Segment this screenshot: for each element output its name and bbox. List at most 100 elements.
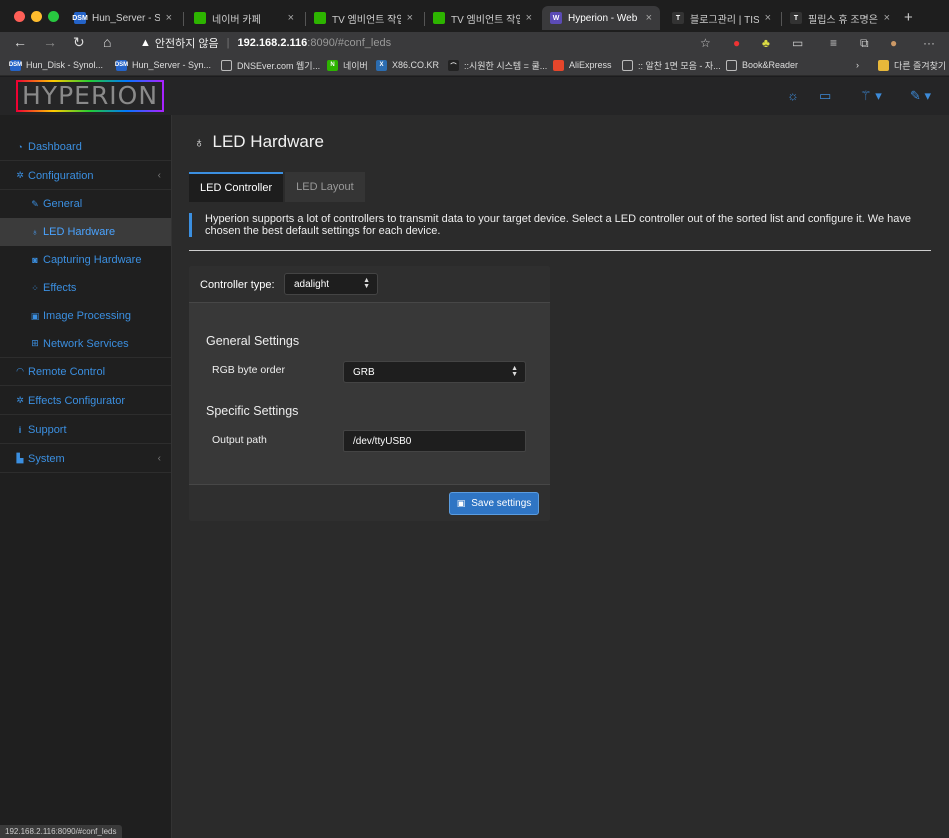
- close-tab-icon[interactable]: ×: [526, 12, 532, 24]
- minimize-window-button[interactable]: [31, 11, 42, 22]
- synology-icon: DSM: [115, 59, 128, 71]
- close-tab-icon[interactable]: ×: [407, 12, 413, 24]
- browser-tab[interactable]: 네이버 카페 ×: [186, 6, 302, 30]
- close-window-button[interactable]: [14, 11, 25, 22]
- extension-icon[interactable]: ▭: [792, 36, 803, 50]
- sidebar-item-capturing-hardware[interactable]: ◙ Capturing Hardware: [0, 246, 171, 274]
- page-icon: [726, 59, 737, 71]
- x86-icon: X: [376, 59, 387, 71]
- spinner-icon: ⁘: [31, 282, 39, 293]
- cogs-icon: ✲: [16, 395, 24, 405]
- sidebar-item-remote-control[interactable]: ◠ Remote Control: [0, 358, 171, 386]
- controller-panel: Controller type: adalight ▲ ▼ General Set…: [189, 266, 550, 521]
- tab-led-layout[interactable]: LED Layout: [285, 172, 365, 202]
- sidebar-item-dashboard[interactable]: ◔ Dashboard: [0, 133, 171, 161]
- collections-icon[interactable]: ⧉: [860, 36, 869, 51]
- browser-tab[interactable]: T 블로그관리 | TISTOR ×: [664, 6, 779, 30]
- more-icon[interactable]: ···: [923, 36, 935, 50]
- magic-wand-icon[interactable]: ⚚ ▾: [860, 88, 882, 104]
- synology-icon: DSM: [9, 59, 22, 71]
- output-path-input[interactable]: /dev/ttyUSB0: [343, 430, 526, 452]
- close-tab-icon[interactable]: ×: [765, 12, 771, 24]
- favorites-icon[interactable]: ≡: [830, 36, 837, 50]
- sitemap-icon: ⊞: [31, 338, 39, 348]
- browser-tab[interactable]: T 필립스 휴 조명은 거리 ×: [782, 6, 898, 30]
- controller-type-label: Controller type:: [200, 279, 275, 291]
- tistory-icon: T: [672, 12, 684, 24]
- wifi-icon: ◠: [16, 366, 24, 376]
- tab-led-controller[interactable]: LED Controller: [189, 172, 284, 202]
- hyperion-logo[interactable]: HYPERION: [16, 80, 165, 112]
- extension-icon[interactable]: ♣: [762, 36, 770, 50]
- sidebar-item-effects-configurator[interactable]: ✲ Effects Configurator: [0, 387, 171, 415]
- dashboard-icon: ◔: [17, 141, 23, 152]
- sidebar-item-effects[interactable]: ⁘ Effects: [0, 274, 171, 302]
- info-callout: Hyperion supports a lot of controllers t…: [189, 213, 931, 237]
- folder-icon: [878, 59, 889, 71]
- warning-icon: ▲: [140, 37, 151, 49]
- extension-icon[interactable]: ●: [733, 36, 740, 50]
- panel-footer: ▣ Save settings: [189, 484, 550, 521]
- bookmarks-overflow-icon[interactable]: ›: [856, 58, 859, 72]
- favorite-star-icon[interactable]: ☆: [700, 36, 711, 50]
- browser-tab[interactable]: DSM Hun_Server - Synol ×: [66, 6, 180, 30]
- monitor-icon[interactable]: ▭: [819, 88, 831, 104]
- sidebar-item-image-processing[interactable]: ▣ Image Processing: [0, 302, 171, 330]
- close-tab-icon[interactable]: ×: [288, 12, 294, 24]
- panel-header: Controller type: adalight ▲ ▼: [189, 266, 550, 303]
- wrench-menu-icon[interactable]: ✎ ▾: [910, 88, 931, 104]
- bookmark-item[interactable]: N 네이버: [327, 58, 368, 72]
- lightbulb-icon: ♁: [194, 134, 205, 150]
- page-icon: [622, 59, 633, 71]
- sidebar-item-network-services[interactable]: ⊞ Network Services: [0, 330, 171, 358]
- close-tab-icon[interactable]: ×: [166, 12, 172, 24]
- bookmarks-bar: DSM Hun_Disk - Synol... DSM Hun_Server - S…: [0, 54, 949, 76]
- sidebar-item-support[interactable]: i Support: [0, 416, 171, 444]
- select-arrows-icon: ▲ ▼: [511, 365, 518, 378]
- bookmark-item[interactable]: DSM Hun_Disk - Synol...: [9, 58, 103, 72]
- other-bookmarks-folder[interactable]: 다른 즐겨찾기: [878, 58, 946, 72]
- divider: [189, 250, 931, 251]
- bookmark-item[interactable]: ⌒::시원한 시스템 = 쿨...: [448, 58, 547, 72]
- avatar[interactable]: ●: [890, 36, 897, 50]
- sidebar-item-configuration[interactable]: ✲ Configuration ‹: [0, 162, 171, 190]
- sidebar-item-general[interactable]: ✎ General: [0, 190, 171, 218]
- home-icon[interactable]: ⌂: [103, 34, 111, 50]
- naver-blog-icon: [314, 12, 326, 24]
- chevron-left-icon: ‹: [157, 453, 161, 464]
- url-host: 192.168.2.116: [237, 37, 308, 49]
- image-icon: ▣: [30, 310, 40, 321]
- sidebar-item-led-hardware[interactable]: ♁ LED Hardware: [0, 218, 171, 246]
- bookmark-item[interactable]: Book&Reader: [726, 58, 798, 72]
- bookmark-item[interactable]: DSM Hun_Server - Syn...: [115, 58, 211, 72]
- address-bar[interactable]: ▲ 안전하지 않음 | 192.168.2.116:8090/#conf_led…: [140, 35, 391, 51]
- brightness-icon[interactable]: ☼: [787, 88, 799, 103]
- bookmark-item[interactable]: AliExpress: [553, 58, 612, 72]
- maximize-window-button[interactable]: [48, 11, 59, 22]
- sidebar-item-system[interactable]: ▙ System ‹: [0, 445, 171, 473]
- bookmark-item[interactable]: X X86.CO.KR: [376, 58, 439, 72]
- new-tab-button[interactable]: +: [904, 9, 913, 26]
- browser-tab[interactable]: TV 엠비언트 작업기 1 ×: [306, 6, 421, 30]
- chevron-left-icon: ‹: [157, 170, 161, 181]
- reload-icon[interactable]: ↻: [73, 34, 85, 51]
- aliexpress-icon: [553, 59, 564, 71]
- controller-type-select[interactable]: adalight ▲ ▼: [284, 273, 378, 295]
- close-tab-icon[interactable]: ×: [884, 12, 890, 24]
- rgb-byte-order-label: RGB byte order: [212, 364, 285, 376]
- forward-arrow-icon[interactable]: →: [43, 34, 57, 50]
- bookmark-item[interactable]: :: 알찬 1면 모음 - 자...: [622, 58, 721, 72]
- save-settings-button[interactable]: ▣ Save settings: [449, 492, 539, 515]
- url-path: :8090/#conf_leds: [307, 37, 392, 49]
- back-arrow-icon[interactable]: ←: [13, 34, 27, 50]
- rgb-byte-order-select[interactable]: GRB ▲ ▼: [343, 361, 526, 383]
- bookmark-item[interactable]: DNSEver.com 웹기...: [221, 58, 320, 72]
- status-bar-url: 192.168.2.116:8090/#conf_leds: [0, 825, 122, 838]
- select-arrows-icon: ▲ ▼: [363, 277, 370, 290]
- app-header: HYPERION ☼ ▭ ⚚ ▾ ✎ ▾: [0, 77, 949, 115]
- general-settings-heading: General Settings: [206, 334, 300, 348]
- close-tab-icon[interactable]: ×: [646, 12, 652, 24]
- naver-icon: N: [327, 59, 338, 71]
- browser-tab-active[interactable]: W Hyperion - Web Co ×: [542, 6, 660, 30]
- browser-tab[interactable]: TV 엠비언트 작업기 1 ×: [425, 6, 540, 30]
